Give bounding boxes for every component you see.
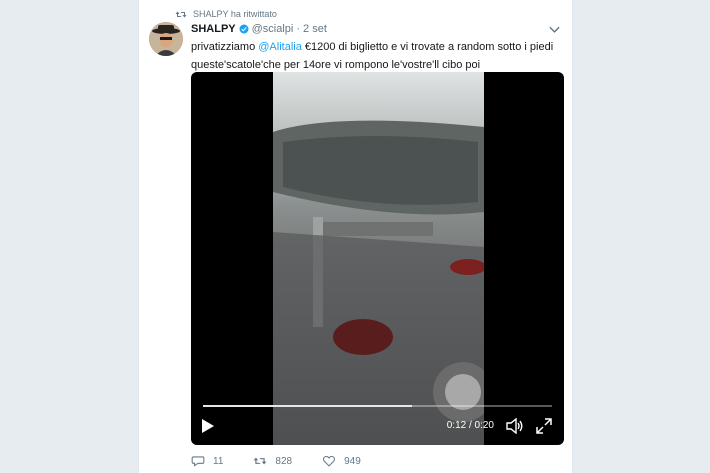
retweet-count: 828 bbox=[275, 455, 293, 467]
fullscreen-icon[interactable] bbox=[536, 418, 552, 434]
video-progress-bar[interactable] bbox=[203, 405, 552, 407]
video-progress-fill bbox=[203, 405, 413, 407]
video-frame bbox=[273, 72, 484, 445]
avatar[interactable] bbox=[149, 22, 183, 56]
retweet-icon bbox=[175, 11, 187, 17]
video-timecode: 0:12 / 0:20 bbox=[446, 420, 494, 431]
avatar-image bbox=[149, 22, 183, 56]
author-name[interactable]: SHALPY bbox=[191, 23, 236, 35]
verified-icon bbox=[239, 24, 249, 34]
reply-icon bbox=[191, 456, 205, 467]
like-count: 949 bbox=[344, 455, 361, 467]
like-button[interactable]: 949 bbox=[322, 455, 361, 467]
mention-link[interactable]: @Alitalia bbox=[258, 41, 302, 53]
retweet-context: SHALPY ha ritwittato bbox=[175, 9, 277, 19]
video-player[interactable]: 0:12 / 0:20 bbox=[191, 72, 564, 445]
author-handle[interactable]: @scialpi bbox=[252, 23, 294, 35]
tweet-card[interactable]: SHALPY ha ritwittato SHALPY @scialpi · 2… bbox=[138, 0, 573, 473]
tweet-actions: 11 828 949 bbox=[191, 455, 361, 467]
tweet-header: SHALPY @scialpi · 2 set bbox=[191, 23, 327, 35]
like-icon bbox=[323, 455, 336, 467]
retweet-context-text: SHALPY ha ritwittato bbox=[193, 9, 277, 19]
separator: · bbox=[296, 23, 301, 35]
retweet-button[interactable]: 828 bbox=[253, 455, 292, 467]
tweet-text-part1: privatizziamo bbox=[191, 41, 259, 53]
chevron-down-icon[interactable] bbox=[549, 26, 560, 34]
video-still-image bbox=[273, 72, 484, 445]
play-icon[interactable] bbox=[201, 418, 215, 434]
tweet-timestamp[interactable]: 2 set bbox=[303, 23, 327, 35]
reply-count: 11 bbox=[213, 455, 224, 467]
reply-button[interactable]: 11 bbox=[191, 455, 223, 467]
retweet-icon bbox=[253, 457, 267, 465]
volume-icon[interactable] bbox=[506, 418, 524, 434]
tweet-text: privatizziamo @Alitalia €1200 di bigliet… bbox=[191, 38, 565, 74]
